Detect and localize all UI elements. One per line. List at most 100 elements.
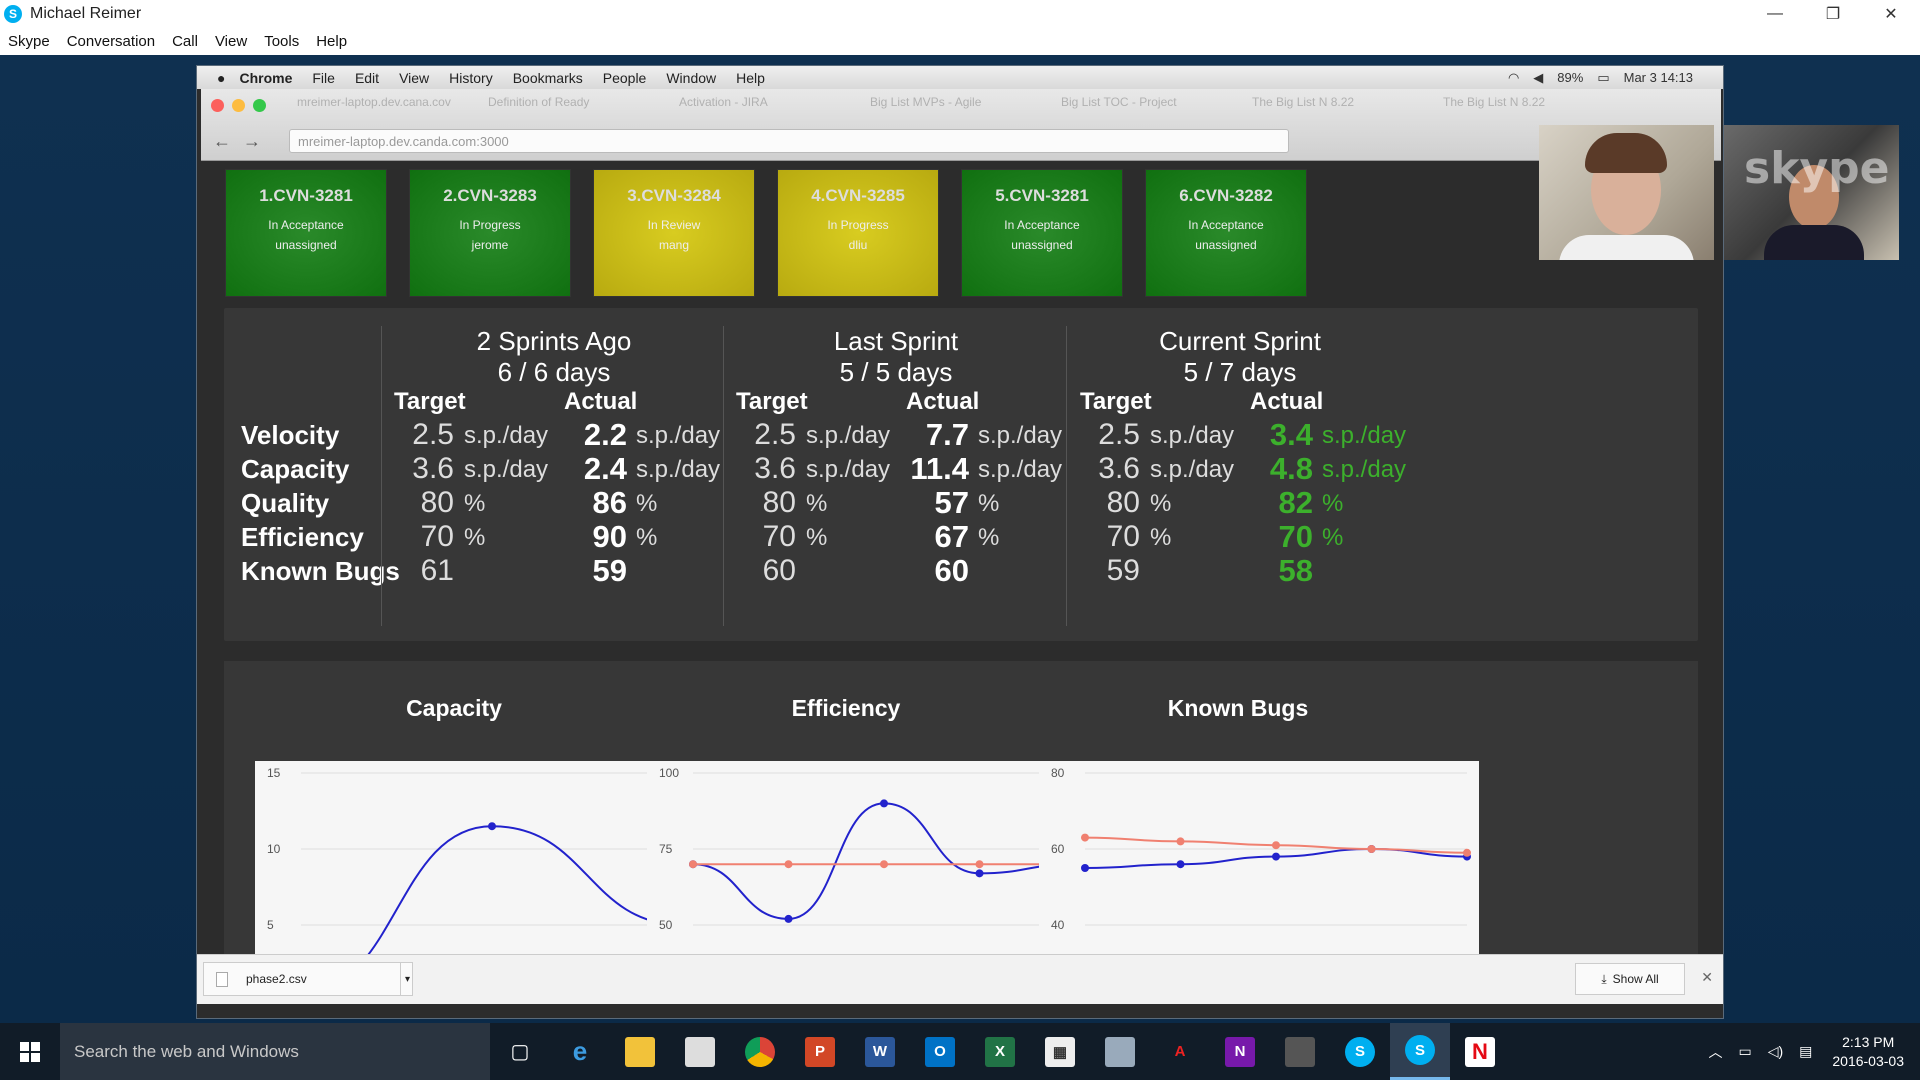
chrome-tabs: mreimer-laptop.dev.cana.cov Definition o… bbox=[291, 93, 1622, 121]
actual-header: Actual bbox=[1250, 388, 1324, 415]
excel-icon: X bbox=[985, 1036, 1015, 1067]
zoom-dot-icon[interactable] bbox=[253, 99, 266, 112]
issue-card[interactable]: 2.CVN-3283 In Progress jerome bbox=[409, 169, 571, 297]
target-unit: % bbox=[464, 524, 486, 551]
chrome-tab[interactable]: The Big List N 8.22 bbox=[1246, 93, 1431, 121]
issue-card[interactable]: 3.CVN-3284 In Review mang bbox=[593, 169, 755, 297]
actual-unit: % bbox=[1322, 524, 1344, 551]
menu-help[interactable]: Help bbox=[316, 33, 347, 50]
powerpoint-button[interactable]: P bbox=[790, 1023, 850, 1080]
download-item[interactable]: phase2.csv ▾ bbox=[203, 962, 413, 996]
snipping-tool-button[interactable] bbox=[1090, 1023, 1150, 1080]
actual-unit: s.p./day bbox=[636, 422, 721, 449]
chrome-tab[interactable]: Definition of Ready bbox=[482, 93, 667, 121]
task-view-button[interactable]: ▢ bbox=[490, 1023, 550, 1080]
y-tick-label: 50 bbox=[659, 918, 673, 932]
mac-menu-bookmarks[interactable]: Bookmarks bbox=[513, 70, 583, 86]
taskbar-clock[interactable]: 2:13 PM 2016-03-03 bbox=[1832, 1033, 1904, 1071]
mac-menu-edit[interactable]: Edit bbox=[355, 70, 379, 86]
chrome-tab[interactable]: The Big List N 8.22 bbox=[1437, 93, 1622, 121]
menu-tools[interactable]: Tools bbox=[264, 33, 299, 50]
word-button[interactable]: W bbox=[850, 1023, 910, 1080]
data-point bbox=[1272, 841, 1280, 850]
acrobat-button[interactable]: A bbox=[1150, 1023, 1210, 1080]
volume-icon[interactable]: ◁) bbox=[1768, 1043, 1783, 1060]
skype-active-button[interactable]: S bbox=[1390, 1023, 1450, 1080]
mac-menu-view[interactable]: View bbox=[399, 70, 429, 86]
sprint-title: 2 Sprints Ago bbox=[476, 326, 632, 356]
mac-menu-file[interactable]: File bbox=[312, 70, 335, 86]
issue-card[interactable]: 4.CVN-3285 In Progress dliu bbox=[777, 169, 939, 297]
actual-value: 86 bbox=[592, 485, 627, 520]
taskbar-search-input[interactable]: Search the web and Windows bbox=[60, 1023, 490, 1080]
issue-card[interactable]: 1.CVN-3281 In Acceptance unassigned bbox=[225, 169, 387, 297]
start-button[interactable] bbox=[0, 1023, 60, 1080]
actual-value: 59 bbox=[592, 553, 627, 588]
menu-conversation[interactable]: Conversation bbox=[67, 33, 155, 50]
column-divider bbox=[723, 326, 724, 626]
menu-call[interactable]: Call bbox=[172, 33, 198, 50]
series-line bbox=[361, 825, 684, 961]
show-all-button[interactable]: ⤓ Show All bbox=[1575, 963, 1685, 995]
chevron-up-icon[interactable]: ︿ bbox=[1708, 1042, 1722, 1062]
apple-icon[interactable]: ● bbox=[217, 70, 225, 86]
menu-skype[interactable]: Skype bbox=[8, 33, 50, 50]
mac-menu-app[interactable]: Chrome bbox=[239, 70, 292, 86]
issue-card[interactable]: 5.CVN-3281 In Acceptance unassigned bbox=[961, 169, 1123, 297]
target-unit: % bbox=[806, 524, 828, 551]
calculator-button[interactable]: ▦ bbox=[1030, 1023, 1090, 1080]
skype-button[interactable]: S bbox=[1330, 1023, 1390, 1080]
close-icon[interactable]: ✕ bbox=[1701, 969, 1713, 986]
wifi-icon[interactable]: ◠ bbox=[1508, 70, 1519, 86]
chrome-icon bbox=[745, 1036, 775, 1067]
mac-menu-window[interactable]: Window bbox=[666, 70, 716, 86]
forward-arrow-icon[interactable]: → bbox=[243, 131, 261, 152]
outlook-icon: O bbox=[925, 1036, 955, 1067]
chrome-tab[interactable]: Big List TOC - Project bbox=[1055, 93, 1240, 121]
close-dot-icon[interactable] bbox=[211, 99, 224, 112]
battery-icon[interactable]: ▭ bbox=[1597, 70, 1609, 86]
card-status: In Acceptance bbox=[268, 218, 344, 232]
url-input[interactable]: mreimer-laptop.dev.canda.com:3000 bbox=[289, 129, 1289, 153]
target-value: 3.6 bbox=[1098, 452, 1140, 485]
excel-button[interactable]: X bbox=[970, 1023, 1030, 1080]
volume-icon[interactable]: ◀ bbox=[1533, 70, 1543, 86]
edge-button[interactable]: e bbox=[550, 1023, 610, 1080]
actual-value: 2.4 bbox=[583, 451, 627, 486]
mac-menu-people[interactable]: People bbox=[603, 70, 647, 86]
chevron-down-icon[interactable]: ▾ bbox=[400, 963, 414, 995]
netflix-button[interactable]: N bbox=[1450, 1023, 1510, 1080]
media-button[interactable] bbox=[1270, 1023, 1330, 1080]
y-tick-label: 100 bbox=[659, 766, 679, 780]
issue-card[interactable]: 6.CVN-3282 In Acceptance unassigned bbox=[1145, 169, 1307, 297]
file-explorer-button[interactable] bbox=[610, 1023, 670, 1080]
download-filename: phase2.csv bbox=[246, 972, 307, 986]
actual-unit: s.p./day bbox=[978, 456, 1063, 483]
minimize-dot-icon[interactable] bbox=[232, 99, 245, 112]
outlook-button[interactable]: O bbox=[910, 1023, 970, 1080]
back-arrow-icon[interactable]: ← bbox=[213, 131, 231, 152]
actual-unit: % bbox=[636, 524, 658, 551]
mac-menu-help[interactable]: Help bbox=[736, 70, 765, 86]
onenote-button[interactable]: N bbox=[1210, 1023, 1270, 1080]
chrome-tab[interactable]: Big List MVPs - Agile bbox=[864, 93, 1049, 121]
notifications-icon[interactable]: ▤ bbox=[1799, 1043, 1812, 1060]
network-icon[interactable]: ▭ bbox=[1738, 1043, 1751, 1060]
store-button[interactable] bbox=[670, 1023, 730, 1080]
sprint-header: 2 Sprints Ago 6 / 6 days bbox=[404, 326, 704, 388]
file-icon bbox=[216, 971, 228, 987]
data-point bbox=[975, 869, 984, 878]
metric-row-label: Quality bbox=[241, 488, 330, 518]
windows-logo-icon bbox=[20, 1041, 40, 1062]
close-button[interactable]: ✕ bbox=[1862, 0, 1920, 28]
person-shirt bbox=[1559, 235, 1694, 260]
chrome-tab[interactable]: Activation - JIRA bbox=[673, 93, 858, 121]
mac-menu-bar: ● Chrome File Edit View History Bookmark… bbox=[197, 66, 1723, 89]
restore-button[interactable]: ❐ bbox=[1804, 0, 1862, 28]
mac-menu-history[interactable]: History bbox=[449, 70, 493, 86]
menu-view[interactable]: View bbox=[215, 33, 247, 50]
chrome-tab[interactable]: mreimer-laptop.dev.cana.cov bbox=[291, 93, 476, 121]
minimize-button[interactable]: — bbox=[1746, 0, 1804, 28]
chrome-button[interactable] bbox=[730, 1023, 790, 1080]
card-id: 6.CVN-3282 bbox=[1179, 186, 1273, 205]
